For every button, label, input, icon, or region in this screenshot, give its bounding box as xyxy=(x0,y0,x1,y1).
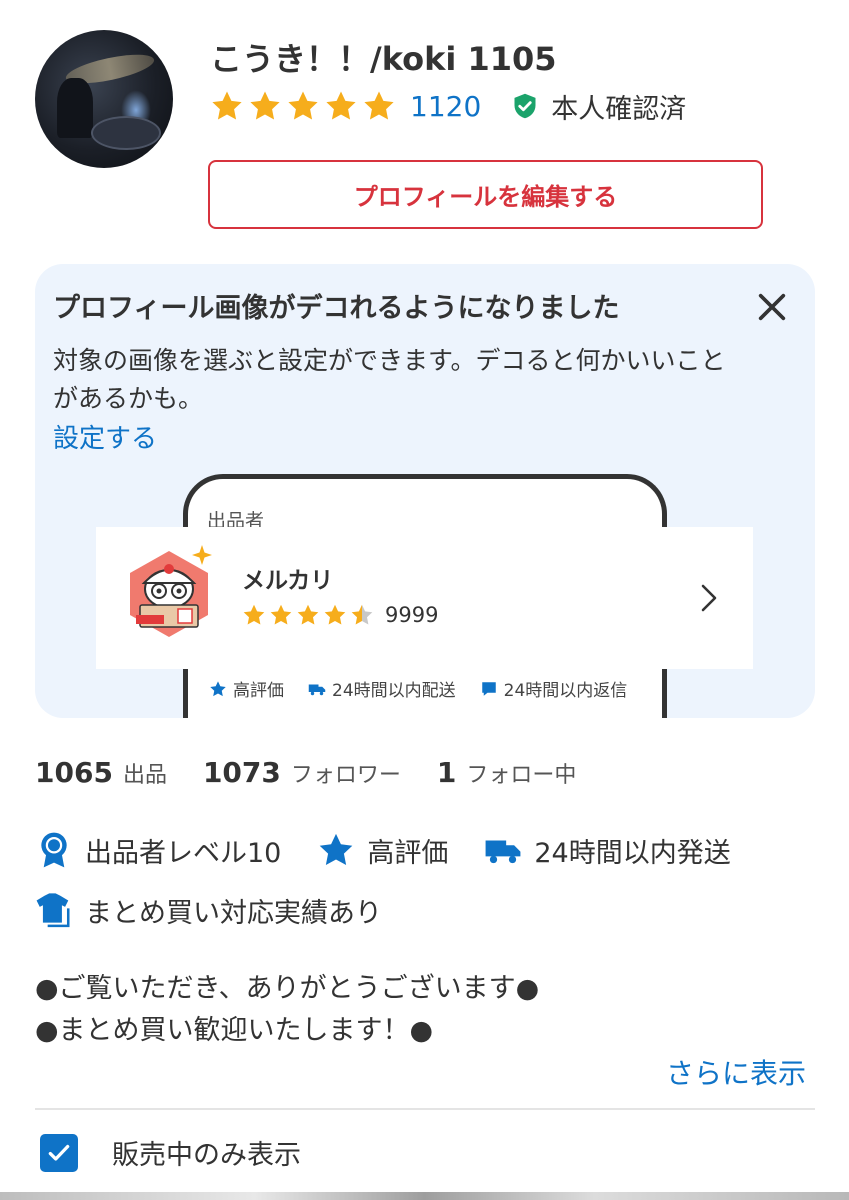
truck-icon xyxy=(308,684,326,695)
star-icon xyxy=(270,604,292,625)
star-icon xyxy=(324,604,346,625)
star-icon xyxy=(320,833,353,866)
avatar-photo-detail xyxy=(57,78,93,138)
badge-label: 出品者レベル10 xyxy=(85,837,282,869)
on-sale-checkbox[interactable] xyxy=(40,1133,78,1172)
seller-badges: 出品者レベル10 高評価 24時間以内発送 まとめ買い対応実績あり xyxy=(35,830,825,950)
edit-profile-button[interactable]: プロフィールを編集する xyxy=(208,160,763,229)
listings-label: 出品 xyxy=(122,763,167,788)
following-count[interactable]: 1 xyxy=(437,756,456,789)
verified-label: 本人確認済 xyxy=(551,93,687,125)
badge-line: まとめ買い対応実績あり xyxy=(35,890,825,930)
star-icon xyxy=(297,604,319,625)
medal-icon xyxy=(41,832,67,868)
star-icon xyxy=(326,91,356,120)
followers-count[interactable]: 1073 xyxy=(203,756,281,789)
preview-badge-label: 高評価 xyxy=(233,681,284,701)
on-sale-filter[interactable]: 販売中のみ表示 xyxy=(40,1133,301,1172)
star-icon xyxy=(250,91,280,120)
listings-count[interactable]: 1065 xyxy=(35,756,113,789)
chat-bubble-icon xyxy=(481,681,496,696)
description-line: ●ご覧いただき、ありがとうございます● xyxy=(35,973,540,1004)
decoration-notice-card: プロフィール画像がデコれるようになりました 対象の画像を選ぶと設定ができます。デ… xyxy=(35,264,815,718)
avatar-photo-detail xyxy=(91,116,161,150)
badge-high-rating: 高評価 xyxy=(317,831,448,870)
badge-bulk-purchase: まとめ買い対応実績あり xyxy=(35,891,382,930)
star-icon xyxy=(212,91,242,120)
notice-title: プロフィール画像がデコれるようになりました xyxy=(53,293,620,324)
badge-line: 出品者レベル10 高評価 24時間以内発送 xyxy=(35,830,825,870)
verified-badge: 本人確認済 xyxy=(511,87,686,126)
shield-check-icon xyxy=(514,93,536,119)
description-line: ●まとめ買い歓迎いたします！● xyxy=(35,1015,434,1046)
preview-seller-stars: 9999 xyxy=(242,603,438,627)
star-icon xyxy=(364,91,394,120)
badge-fast-shipping: 24時間以内発送 xyxy=(484,831,731,870)
preview-badge-shipping: 24時間以内配送 xyxy=(308,676,456,701)
badge-label: 高評価 xyxy=(367,837,449,869)
checkmark-icon xyxy=(48,1144,70,1161)
chevron-right-icon xyxy=(701,584,717,612)
show-more-link[interactable]: さらに表示 xyxy=(666,1052,806,1092)
notice-settings-link[interactable]: 設定する xyxy=(53,418,157,455)
close-icon[interactable] xyxy=(755,290,789,324)
profile-description: ●ご覧いただき、ありがとうございます● ●まとめ買い歓迎いたします！● xyxy=(35,968,539,1052)
star-icon xyxy=(243,604,265,625)
sparkle-icon xyxy=(192,545,212,565)
divider xyxy=(35,1108,815,1110)
notice-body: 対象の画像を選ぶと設定ができます。デコると何かいいことがあるかも。 xyxy=(53,346,726,413)
on-sale-filter-label[interactable]: 販売中のみ表示 xyxy=(112,1133,301,1172)
preview-seller-card: メルカリ 9999 xyxy=(96,527,753,669)
profile-rating-stars xyxy=(210,89,396,123)
half-star-icon xyxy=(351,604,373,625)
preview-badge-label: 24時間以内配送 xyxy=(332,681,456,701)
badge-seller-level: 出品者レベル10 xyxy=(35,831,281,870)
profile-rating-row[interactable]: 1120 本人確認済 xyxy=(210,86,686,126)
profile-avatar[interactable] xyxy=(35,30,173,168)
followers-label[interactable]: フォロワー xyxy=(291,757,401,789)
truck-icon xyxy=(485,840,521,864)
tshirt-stack-icon xyxy=(36,893,70,928)
preview-badge-reply: 24時間以内返信 xyxy=(480,676,628,701)
item-grid-peek xyxy=(0,1192,849,1200)
badge-label: 24時間以内発送 xyxy=(534,837,731,869)
preview-badge-row: 高評価 24時間以内配送 24時間以内返信 xyxy=(209,676,627,701)
profile-stats: 1065 出品 1073 フォロワー 1 フォロー中 xyxy=(35,756,612,789)
star-icon xyxy=(210,680,226,696)
following-label[interactable]: フォロー中 xyxy=(466,757,576,789)
preview-seller-name: メルカリ xyxy=(242,568,334,594)
preview-seller-count: 9999 xyxy=(385,603,439,627)
badge-label: まとめ買い対応実績あり xyxy=(85,897,382,929)
preview-badge-high-rating: 高評価 xyxy=(209,676,284,701)
star-icon xyxy=(288,91,318,120)
profile-username: こうき！！/koki 1105 xyxy=(210,40,557,78)
profile-rating-count[interactable]: 1120 xyxy=(410,90,481,123)
preview-badge-label: 24時間以内返信 xyxy=(503,681,628,701)
